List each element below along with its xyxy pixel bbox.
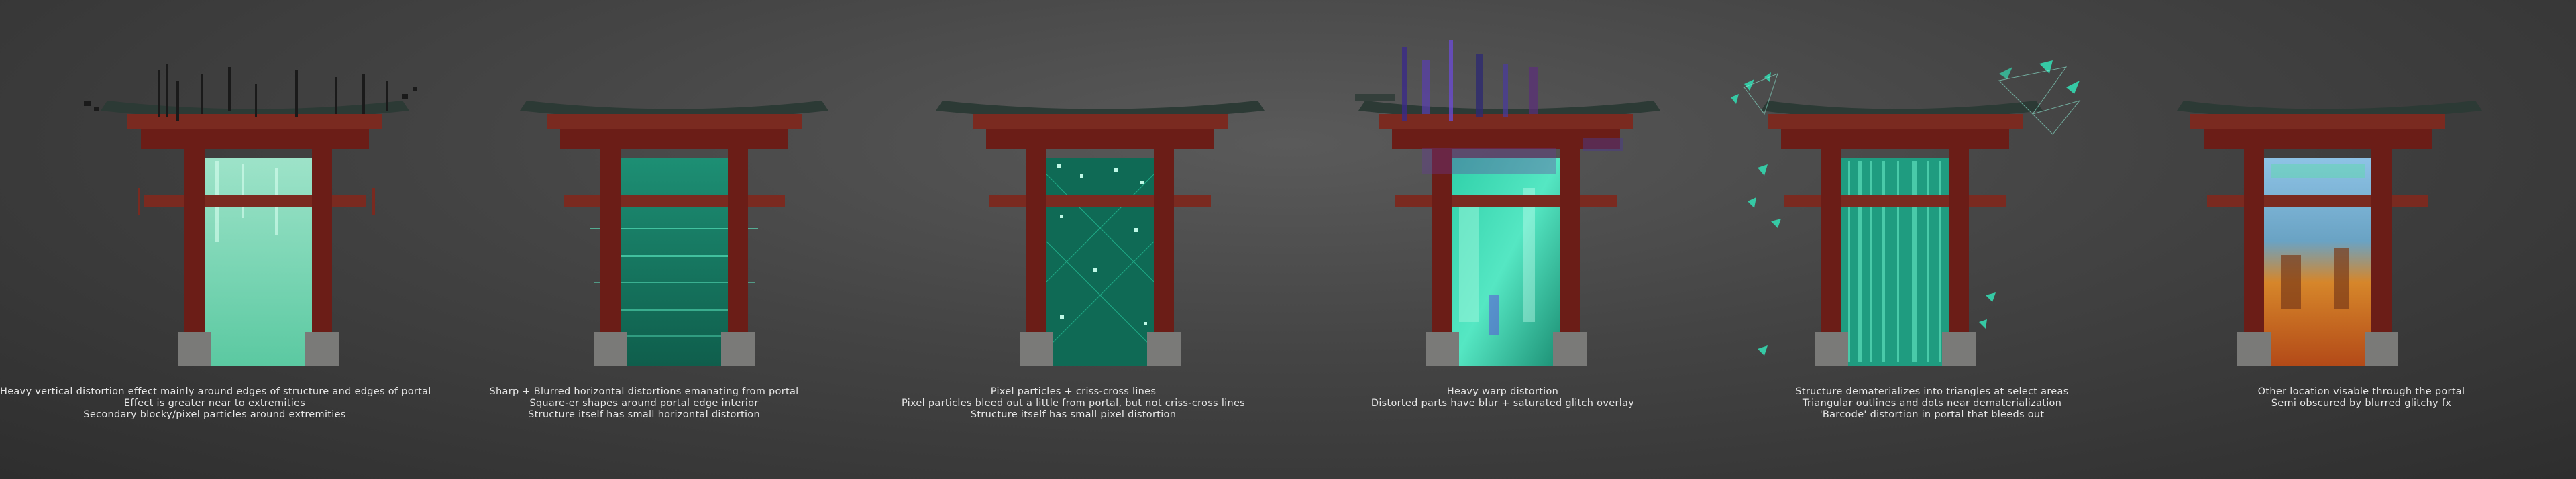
other-location-view xyxy=(2264,158,2371,366)
portal-glow xyxy=(205,158,312,366)
portal-panel-warp-distortion: Heavy warp distortion Distorted parts ha… xyxy=(1288,0,1717,479)
portal-panel-pixel-particles: Pixel particles + criss-cross lines Pixe… xyxy=(859,0,1288,479)
caption-line: Pixel particles bleed out a little from … xyxy=(901,398,1246,409)
caption-line: Distorted parts have blur + saturated gl… xyxy=(1371,398,1635,409)
caption-line: Structure itself has small pixel distort… xyxy=(970,409,1177,420)
torii-gate-illustration xyxy=(1731,60,2081,366)
torii-gate-illustration xyxy=(1355,40,1660,366)
panel-caption: Structure dematerializes into triangles … xyxy=(1717,386,2147,421)
portal-glow xyxy=(1841,158,1949,366)
portal-glow xyxy=(1452,158,1560,366)
caption-line: Sharp + Blurred horizontal distortions e… xyxy=(489,386,799,397)
caption-line: Pixel particles + criss-cross lines xyxy=(990,386,1157,397)
panel-caption: Heavy warp distortion Distorted parts ha… xyxy=(1288,386,1717,409)
torii-gate-illustration xyxy=(520,101,828,366)
caption-line: Other location visable through the porta… xyxy=(2257,386,2465,397)
caption-line: Effect is greater near to extremities xyxy=(123,398,306,409)
caption-line: Structure dematerializes into triangles … xyxy=(1795,386,2069,397)
caption-line: Heavy warp distortion xyxy=(1446,386,1559,397)
portal-panel-triangle-dematerialize: Structure dematerializes into triangles … xyxy=(1717,0,2147,479)
caption-line: Secondary blocky/pixel particles around … xyxy=(83,409,346,420)
torii-gate-illustration xyxy=(936,101,1265,366)
caption-line: Semi obscured by blurred glitchy fx xyxy=(2271,398,2452,409)
caption-line: Heavy vertical distortion effect mainly … xyxy=(0,386,431,397)
portal-glow xyxy=(1038,158,1162,366)
caption-line: Structure itself has small horizontal di… xyxy=(528,409,760,420)
caption-line: Square-er shapes around portal edge inte… xyxy=(529,398,759,409)
portal-panel-other-location: Other location visable through the porta… xyxy=(2147,0,2576,479)
torii-gate-illustration xyxy=(2177,101,2482,366)
panel-caption: Heavy vertical distortion effect mainly … xyxy=(0,386,431,421)
panel-caption: Sharp + Blurred horizontal distortions e… xyxy=(429,386,859,421)
caption-line: Triangular outlines and dots near demate… xyxy=(1802,398,2062,409)
panel-caption: Other location visable through the porta… xyxy=(2147,386,2576,409)
caption-line: 'Barcode' distortion in portal that blee… xyxy=(1819,409,2045,420)
torii-gate-illustration xyxy=(84,64,417,366)
portal-panel-horizontal-distortion: Sharp + Blurred horizontal distortions e… xyxy=(429,0,859,479)
panel-caption: Pixel particles + criss-cross lines Pixe… xyxy=(859,386,1288,421)
portal-panel-vertical-distortion: Heavy vertical distortion effect mainly … xyxy=(0,0,431,479)
